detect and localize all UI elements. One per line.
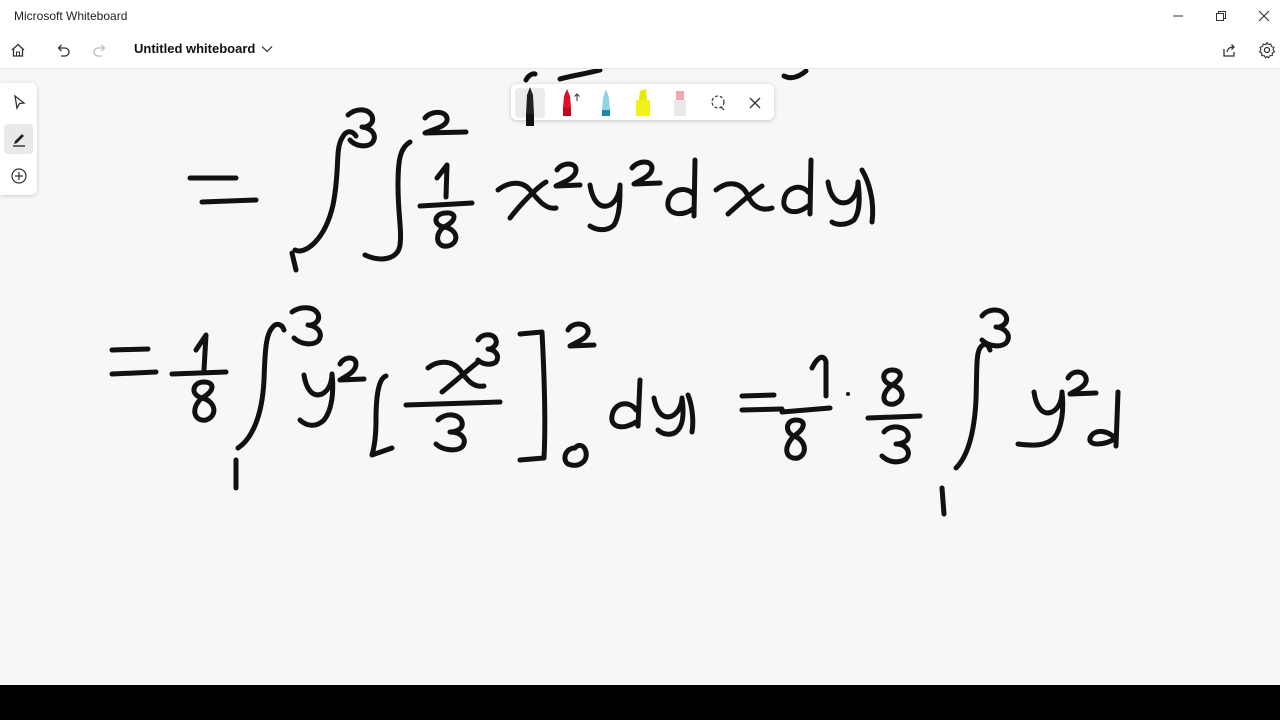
close-icon[interactable] xyxy=(1241,0,1280,32)
black-pen-icon[interactable] xyxy=(515,87,545,126)
pink-highlighter-icon[interactable] xyxy=(665,88,695,118)
minimize-icon[interactable] xyxy=(1155,0,1201,32)
handwritten-ink xyxy=(109,69,1121,517)
chevron-down-icon xyxy=(261,45,273,52)
settings-icon[interactable] xyxy=(1253,36,1280,64)
select-arrow-icon[interactable] xyxy=(4,87,33,117)
redo-icon[interactable] xyxy=(86,36,114,64)
yellow-highlighter-icon[interactable] xyxy=(628,88,658,118)
teal-pen-icon[interactable] xyxy=(591,88,621,118)
close-icon[interactable] xyxy=(740,88,770,118)
whiteboard-title-dropdown[interactable]: Untitled whiteboard xyxy=(134,41,273,56)
bottom-letterbox xyxy=(0,685,1280,720)
inking-pen-icon[interactable] xyxy=(4,124,33,154)
title-bar: Microsoft Whiteboard xyxy=(0,0,1280,32)
whiteboard-title: Untitled whiteboard xyxy=(134,41,256,56)
undo-icon[interactable] xyxy=(49,36,77,64)
pen-palette xyxy=(511,84,774,126)
lasso-icon[interactable] xyxy=(703,88,733,118)
left-toolbar xyxy=(0,83,37,195)
red-pen-icon[interactable] xyxy=(554,88,584,118)
add-plus-icon[interactable] xyxy=(4,161,33,191)
whiteboard-canvas[interactable] xyxy=(0,69,1280,685)
share-icon[interactable] xyxy=(1215,36,1243,64)
restore-icon[interactable] xyxy=(1198,0,1244,32)
app-title: Microsoft Whiteboard xyxy=(14,9,128,23)
home-icon[interactable] xyxy=(4,36,32,64)
app-toolbar: Untitled whiteboard xyxy=(0,32,1280,69)
